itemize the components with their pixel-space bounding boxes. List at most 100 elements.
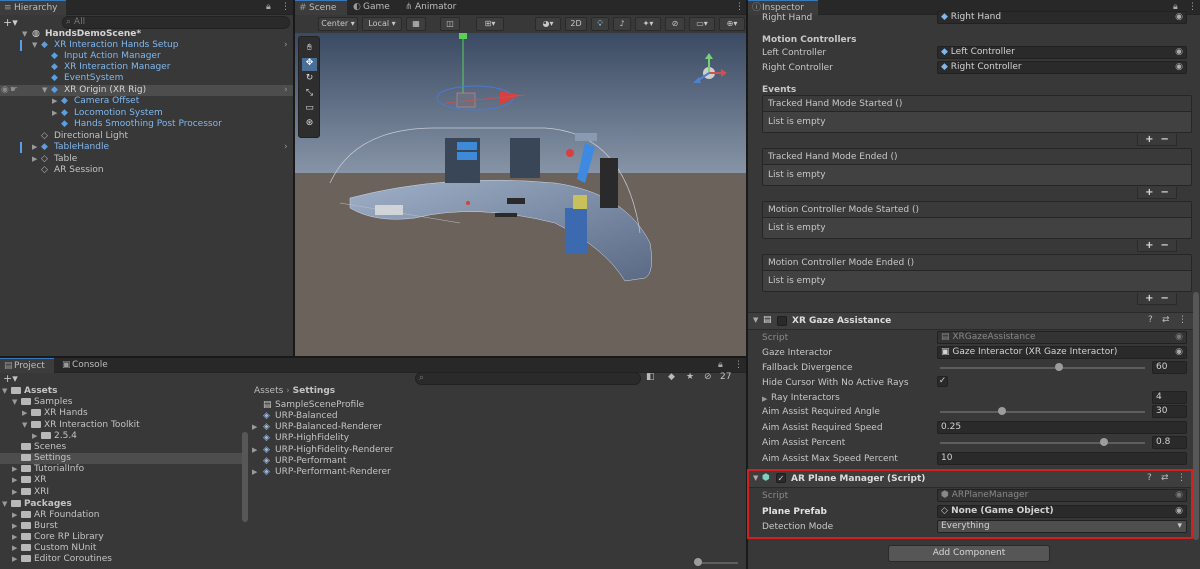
tree-item[interactable]: ▶ Custom NUnit [0, 543, 248, 554]
expand-arrow-icon[interactable]: ▼ [12, 397, 17, 408]
visibility-icon[interactable]: ◉ [1, 85, 9, 96]
tree-item[interactable]: ▶ Editor Coroutines [0, 554, 248, 565]
project-add-button[interactable]: +▾ [3, 372, 18, 385]
expand-arrow-icon[interactable]: ▶ [12, 487, 17, 498]
scene-gizmo-icon[interactable] [687, 51, 731, 95]
expand-arrow-icon[interactable]: ▶ [12, 532, 17, 543]
file-item[interactable]: ◈ URP-HighFidelity [250, 433, 746, 444]
more-icon[interactable]: ⋮ [735, 2, 744, 12]
expand-arrow-icon[interactable]: ▼ [22, 420, 27, 431]
file-item[interactable]: ▶ ◈ URP-Performant-Renderer [250, 467, 746, 478]
pickable-icon[interactable]: ☛ [10, 85, 18, 96]
expand-arrow-icon[interactable]: ▶ [12, 521, 17, 532]
icon-size-slider[interactable] [698, 562, 738, 564]
tab-console[interactable]: ▣Console [58, 358, 118, 373]
hierarchy-item[interactable]: ◆ EventSystem [0, 73, 293, 84]
view-tool-icon[interactable]: ✋︎ [302, 43, 317, 56]
file-item[interactable]: ▤ SampleSceneProfile [250, 400, 746, 411]
lock-icon[interactable]: 🔒︎ [718, 360, 723, 370]
scene-viewport[interactable]: ✋︎ ✥ ↻ ⤡ ▭ ⊛ [295, 33, 746, 356]
shading-mode-button[interactable]: ◕▾ [535, 17, 561, 31]
expand-arrow-icon[interactable]: ▶ [32, 154, 37, 165]
tree-item[interactable]: ▶ XRI [0, 487, 248, 498]
icon-size-slider-knob[interactable] [694, 558, 702, 566]
chevron-right-icon[interactable]: › [284, 142, 288, 153]
tree-item[interactable]: ▶ 2.5.4 [0, 431, 248, 442]
expand-arrow-icon[interactable]: ▶ [12, 554, 17, 565]
hierarchy-item[interactable]: ◆ Input Action Manager [0, 51, 293, 62]
hierarchy-item[interactable]: ◇ Directional Light [0, 131, 293, 142]
hierarchy-item[interactable]: ▶ ◆ Camera Offset [0, 96, 293, 107]
hidden-packages-icon[interactable]: ⊘ [704, 372, 712, 382]
tree-item[interactable]: ▶ TutorialInfo [0, 464, 248, 475]
favorites-icon[interactable]: ★ [686, 372, 694, 382]
tab-inspector[interactable]: ⓘInspector [748, 0, 818, 15]
filter-by-label-icon[interactable]: ◆ [668, 372, 675, 382]
tree-item[interactable]: ▶ Burst [0, 521, 248, 532]
file-item[interactable]: ▶ ◈ URP-Balanced-Renderer [250, 422, 746, 433]
audio-toggle-icon[interactable]: ♪ [613, 17, 631, 31]
project-search-input[interactable]: ⌕ [415, 372, 641, 385]
tree-item[interactable]: ▼ Assets [0, 386, 248, 397]
lock-icon[interactable]: 🔒︎ [266, 2, 271, 12]
hierarchy-item[interactable]: ▼ ◆ XR Interaction Hands Setup › [0, 40, 293, 51]
tree-item[interactable]: Scenes [0, 442, 248, 453]
tree-scrollbar[interactable] [242, 432, 248, 522]
hierarchy-item[interactable]: ▶ ◆ TableHandle › [0, 142, 293, 153]
tree-item[interactable]: ▶ Core RP Library [0, 532, 248, 543]
tree-item-selected[interactable]: Settings [0, 453, 248, 464]
hierarchy-item[interactable]: ▶ ◇ Table [0, 154, 293, 165]
camera-settings-icon[interactable]: ▭▾ [689, 17, 715, 31]
snap-increment-button[interactable]: ◫ [440, 17, 460, 31]
tree-item[interactable]: ▶ XR [0, 475, 248, 486]
more-icon[interactable]: ⋮ [281, 2, 290, 12]
hierarchy-item-selected[interactable]: ◉ ☛ ▼ ◆ XR Origin (XR Rig) › [0, 85, 293, 96]
expand-arrow-icon[interactable]: ▶ [52, 108, 57, 119]
hierarchy-item[interactable]: ◇ AR Session [0, 165, 293, 176]
expand-arrow-icon[interactable]: ▶ [12, 510, 17, 521]
expand-arrow-icon[interactable]: ▶ [52, 96, 57, 107]
tab-project[interactable]: ▤Project [0, 358, 54, 373]
chevron-right-icon[interactable]: › [284, 40, 288, 51]
hierarchy-search-input[interactable]: ⌕ All [62, 16, 290, 29]
expand-arrow-icon[interactable]: ▼ [32, 40, 37, 51]
filter-by-type-icon[interactable]: ◧ [646, 372, 655, 382]
scale-tool-icon[interactable]: ⤡ [302, 88, 317, 101]
grid-visibility-button[interactable]: ⊞▾ [476, 17, 504, 31]
file-item[interactable]: ▶ ◈ URP-HighFidelity-Renderer [250, 445, 746, 456]
hidden-objects-icon[interactable]: ⊘ [665, 17, 685, 31]
expand-arrow-icon[interactable]: ▼ [42, 85, 47, 96]
toggle-2d-button[interactable]: 2D [565, 17, 587, 31]
rotate-tool-icon[interactable]: ↻ [302, 73, 317, 86]
expand-arrow-icon[interactable]: ▶ [32, 142, 37, 153]
expand-arrow-icon[interactable]: ▼ [2, 386, 7, 397]
inspector-scrollbar[interactable] [1193, 292, 1199, 540]
tree-item[interactable]: ▼ Packages [0, 499, 248, 510]
expand-arrow-icon[interactable]: ▶ [22, 408, 27, 419]
pivot-dropdown[interactable]: Center ▾ [318, 17, 358, 31]
file-item[interactable]: ◈ URP-Performant [250, 456, 746, 467]
hierarchy-item[interactable]: ◆ XR Interaction Manager [0, 62, 293, 73]
tab-hierarchy[interactable]: ≡ Hierarchy [0, 0, 66, 15]
expand-arrow-icon[interactable]: ▶ [252, 445, 257, 456]
effects-toggle-icon[interactable]: ✦▾ [635, 17, 661, 31]
expand-arrow-icon[interactable]: ▼ [22, 29, 27, 40]
rect-tool-icon[interactable]: ▭ [302, 103, 317, 116]
tab-animator[interactable]: ⋔ Animator [401, 0, 471, 15]
breadcrumb-settings[interactable]: Settings [293, 386, 335, 396]
tree-item[interactable]: ▼ XR Interaction Toolkit [0, 420, 248, 431]
tree-item[interactable]: ▶ XR Hands [0, 408, 248, 419]
hierarchy-item[interactable]: ▶ ◆ Locomotion System [0, 108, 293, 119]
expand-arrow-icon[interactable]: ▶ [12, 464, 17, 475]
more-icon[interactable]: ⋮ [1188, 2, 1197, 12]
breadcrumb-assets[interactable]: Assets [254, 386, 283, 396]
scene-row[interactable]: ▼ ◍ HandsDemoScene* [0, 29, 293, 40]
hierarchy-item[interactable]: ◆ Hands Smoothing Post Processor [0, 119, 293, 130]
tree-item[interactable]: ▼ Samples [0, 397, 248, 408]
tab-scene[interactable]: # Scene [295, 0, 347, 15]
tab-game[interactable]: ◐ Game [349, 0, 399, 15]
add-button[interactable]: +▾ [3, 16, 18, 29]
expand-arrow-icon[interactable]: ▶ [12, 543, 17, 554]
chevron-right-icon[interactable]: › [284, 85, 288, 96]
space-dropdown[interactable]: Local ▾ [362, 17, 402, 31]
